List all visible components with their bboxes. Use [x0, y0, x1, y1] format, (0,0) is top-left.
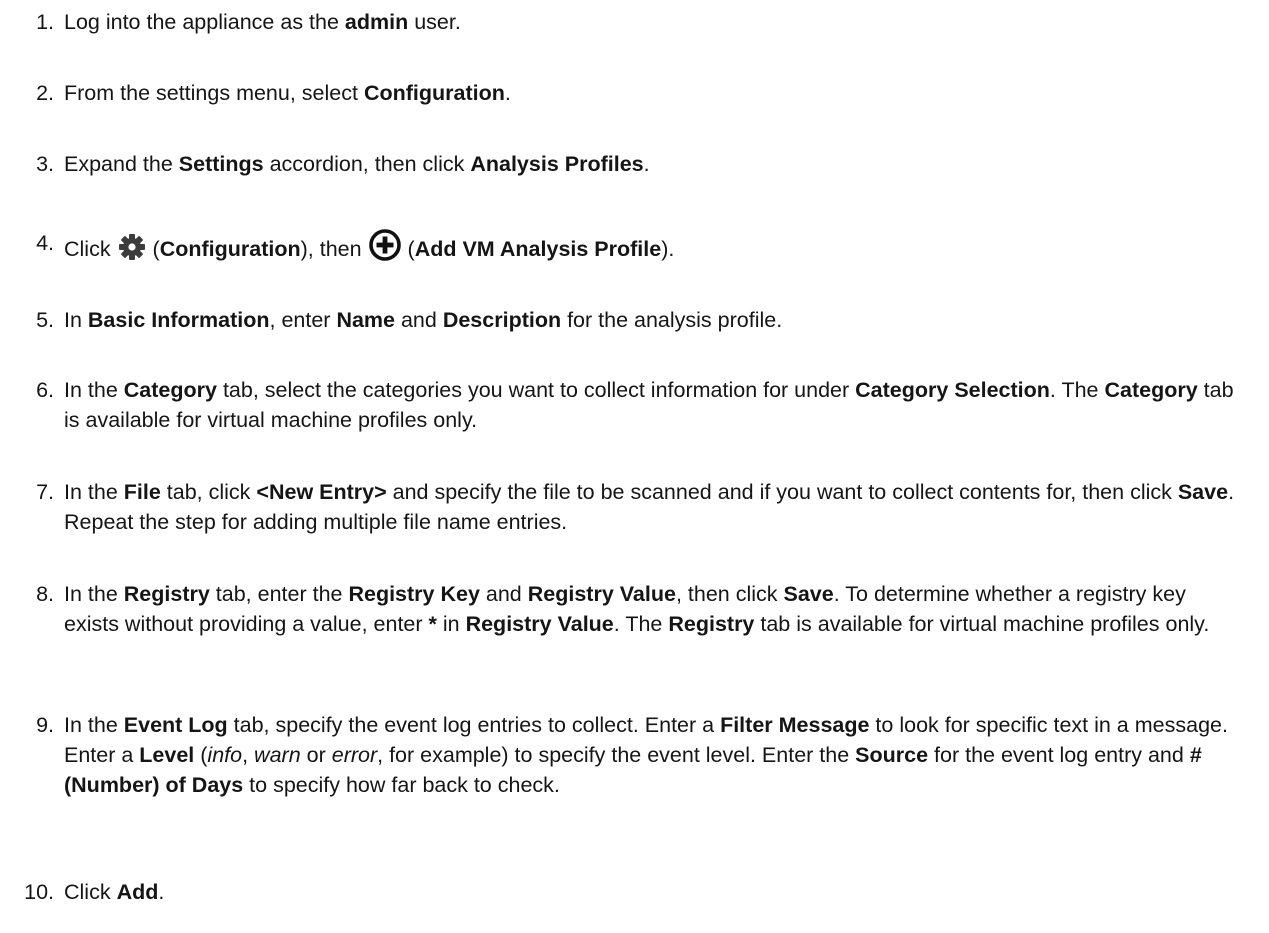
bold-term: Name — [336, 308, 395, 332]
bold-term: Filter Message — [720, 713, 870, 737]
step-text: In the Registry tab, enter the Registry … — [64, 582, 1210, 636]
bold-term: File — [123, 480, 161, 504]
step-text: Click (Configuration), then (Add VM Anal… — [64, 228, 1245, 264]
procedure-steps: 1. Log into the appliance as the admin u… — [0, 0, 1269, 933]
bold-term: Registry Value — [465, 612, 614, 636]
step-number: 4. — [36, 231, 54, 255]
step-text: In Basic Information, enter Name and Des… — [64, 308, 783, 332]
bold-term: Category Selection — [855, 378, 1050, 402]
bold-term: <New Entry> — [256, 480, 387, 504]
step-text: Click Add. — [64, 880, 165, 904]
bold-term: Configuration — [159, 237, 301, 261]
bold-term: Save — [783, 582, 834, 606]
bold-term: Add — [116, 880, 159, 904]
circle-plus-icon — [368, 228, 402, 262]
bold-term: Event Log — [123, 713, 228, 737]
step-number: 9. — [36, 713, 54, 737]
step-text: In the Event Log tab, specify the event … — [64, 713, 1228, 797]
bold-term: Level — [139, 743, 195, 767]
bold-term: Settings — [178, 152, 264, 176]
bold-term: Save — [1177, 480, 1229, 504]
bold-term: admin — [344, 10, 409, 34]
bold-term: Registry — [668, 612, 755, 636]
step-text: In the Category tab, select the categori… — [64, 378, 1234, 432]
italic-term: error — [331, 743, 378, 767]
step-number: 1. — [36, 10, 54, 34]
bold-term: Add VM Analysis Profile — [414, 237, 662, 261]
step-number: 7. — [36, 480, 54, 504]
step-number: 8. — [36, 582, 54, 606]
bold-term: Registry — [123, 582, 210, 606]
step-text: Expand the Settings accordion, then clic… — [64, 152, 650, 176]
step-number: 6. — [36, 378, 54, 402]
italic-term: info — [207, 743, 243, 767]
bold-term: Analysis Profiles — [470, 152, 644, 176]
bold-term: Category — [1104, 378, 1198, 402]
step-text: In the File tab, click <New Entry> and s… — [64, 480, 1235, 534]
step-text: From the settings menu, select Configura… — [64, 81, 511, 105]
step-number: 2. — [36, 81, 54, 105]
bold-term: Configuration — [363, 81, 505, 105]
bold-term: Registry Value — [527, 582, 676, 606]
bold-term: Source — [855, 743, 929, 767]
gear-icon — [117, 232, 147, 262]
bold-term: Basic Information — [87, 308, 270, 332]
bold-term: Category — [123, 378, 217, 402]
step-number: 10. — [24, 880, 54, 904]
step-number: 5. — [36, 308, 54, 332]
bold-term: * — [428, 612, 437, 636]
step-text: Log into the appliance as the admin user… — [64, 10, 461, 34]
step-number: 3. — [36, 152, 54, 176]
bold-term: Description — [442, 308, 562, 332]
italic-term: warn — [254, 743, 301, 767]
bold-term: Registry Key — [348, 582, 480, 606]
